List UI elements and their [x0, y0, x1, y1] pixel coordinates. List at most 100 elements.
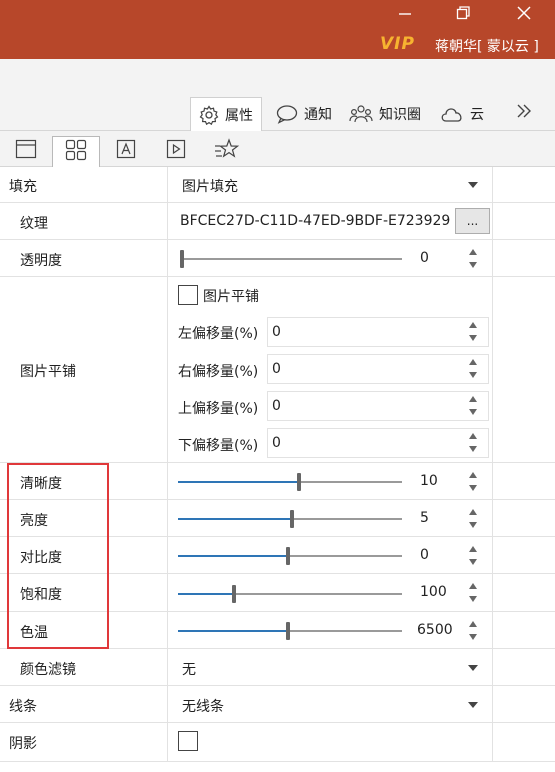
color-temperature-slider-fill: [178, 630, 288, 632]
bottom-offset-input[interactable]: 0: [267, 428, 489, 458]
top-offset-input[interactable]: 0: [267, 391, 489, 421]
spin-down-icon[interactable]: [469, 409, 477, 415]
color-temperature-value[interactable]: 6500: [417, 622, 453, 638]
contrast-spinner[interactable]: [468, 545, 480, 567]
spin-down-icon[interactable]: [469, 559, 477, 565]
texture-label: 纹理: [20, 216, 48, 232]
close-icon[interactable]: [502, 2, 546, 24]
color-temperature-slider-thumb[interactable]: [286, 622, 290, 640]
tab-cloud[interactable]: 云: [432, 97, 492, 130]
line-label: 线条: [9, 699, 37, 715]
cloud-icon: [440, 105, 464, 123]
contrast-slider[interactable]: [178, 547, 402, 565]
user-name[interactable]: 蒋朝华[ 蒙以云 ]: [435, 36, 539, 56]
star-effect-icon: [214, 138, 240, 164]
bottom-offset-spinner[interactable]: [468, 432, 480, 454]
tiling-checkbox[interactable]: [178, 285, 198, 305]
spin-down-icon[interactable]: [469, 372, 477, 378]
brightness-slider-fill: [178, 518, 292, 520]
top-offset-value: 0: [272, 398, 281, 414]
more-tabs-chevron-icon[interactable]: [515, 103, 533, 123]
spin-up-icon[interactable]: [469, 472, 477, 478]
subtab-fill[interactable]: [2, 136, 50, 166]
subtab-media[interactable]: [152, 136, 200, 166]
subtab-text[interactable]: [102, 136, 150, 166]
saturation-slider-thumb[interactable]: [232, 585, 236, 603]
clarity-spinner[interactable]: [468, 471, 480, 493]
spin-up-icon[interactable]: [469, 249, 477, 255]
minimize-icon[interactable]: [383, 2, 427, 24]
brightness-spinner[interactable]: [468, 508, 480, 530]
spin-up-icon[interactable]: [469, 583, 477, 589]
transparency-value[interactable]: 0: [420, 250, 429, 266]
transparency-spinner[interactable]: [468, 248, 480, 270]
top-offset-spinner[interactable]: [468, 395, 480, 417]
fill-dropdown-arrow-icon[interactable]: [468, 182, 478, 188]
right-offset-spinner[interactable]: [468, 358, 480, 380]
spin-down-icon[interactable]: [469, 634, 477, 640]
restore-icon[interactable]: [441, 2, 485, 24]
transparency-slider[interactable]: [180, 250, 402, 268]
fill-type-select[interactable]: 图片填充: [182, 176, 238, 196]
gear-icon: [199, 104, 219, 125]
color-filter-dropdown-arrow-icon[interactable]: [468, 665, 478, 671]
bottom-offset-label: 下偏移量(%): [178, 438, 259, 454]
tab-properties[interactable]: 属性: [190, 97, 262, 131]
spin-down-icon[interactable]: [469, 335, 477, 341]
spin-up-icon[interactable]: [469, 621, 477, 627]
spin-down-icon[interactable]: [469, 446, 477, 452]
left-offset-spinner[interactable]: [468, 321, 480, 343]
bottom-offset-value: 0: [272, 435, 281, 451]
spin-up-icon[interactable]: [469, 396, 477, 402]
left-offset-value: 0: [272, 324, 281, 340]
line-select[interactable]: 无线条: [182, 696, 224, 716]
clarity-slider[interactable]: [178, 473, 402, 491]
tab-cloud-label: 云: [470, 106, 484, 123]
line-dropdown-arrow-icon[interactable]: [468, 702, 478, 708]
top-offset-label: 上偏移量(%): [178, 401, 259, 417]
texture-browse-button[interactable]: ...: [455, 208, 490, 234]
spin-up-icon[interactable]: [469, 322, 477, 328]
brightness-value[interactable]: 5: [420, 510, 429, 526]
left-offset-input[interactable]: 0: [267, 317, 489, 347]
color-temperature-spinner[interactable]: [468, 620, 480, 642]
grid-icon: [65, 139, 87, 165]
format-subtab-bar: [0, 131, 555, 167]
clarity-slider-fill: [178, 481, 299, 483]
saturation-spinner[interactable]: [468, 582, 480, 604]
spin-up-icon[interactable]: [469, 359, 477, 365]
subtab-effects[interactable]: [203, 136, 251, 166]
brightness-slider[interactable]: [178, 510, 402, 528]
spin-up-icon[interactable]: [469, 546, 477, 552]
saturation-slider[interactable]: [178, 585, 402, 603]
clarity-value[interactable]: 10: [420, 473, 438, 489]
tab-knowledge-circle[interactable]: 知识圈: [341, 97, 429, 130]
saturation-value[interactable]: 100: [420, 584, 447, 600]
subtab-picture[interactable]: [52, 136, 100, 167]
right-offset-label: 右偏移量(%): [178, 364, 259, 380]
brightness-slider-thumb[interactable]: [290, 510, 294, 528]
title-bar: VIP 蒋朝华[ 蒙以云 ]: [0, 0, 555, 59]
spin-down-icon[interactable]: [469, 485, 477, 491]
transparency-slider-thumb[interactable]: [180, 250, 184, 268]
shadow-checkbox[interactable]: [178, 731, 198, 751]
shadow-row: 阴影: [0, 723, 555, 762]
tiling-label: 图片平铺: [20, 364, 76, 380]
tab-notifications[interactable]: 通知: [268, 97, 340, 130]
vip-badge[interactable]: VIP: [380, 34, 415, 54]
color-temperature-slider[interactable]: [178, 622, 402, 640]
color-filter-select[interactable]: 无: [182, 659, 196, 679]
play-box-icon: [166, 139, 186, 163]
spin-up-icon[interactable]: [469, 433, 477, 439]
contrast-value[interactable]: 0: [420, 547, 429, 563]
panel-tab-bar: 属性 通知 知识圈 云: [0, 59, 555, 131]
right-offset-input[interactable]: 0: [267, 354, 489, 384]
spin-down-icon[interactable]: [469, 596, 477, 602]
spin-down-icon[interactable]: [469, 522, 477, 528]
shadow-label: 阴影: [9, 736, 37, 752]
contrast-slider-thumb[interactable]: [286, 547, 290, 565]
spin-up-icon[interactable]: [469, 509, 477, 515]
transparency-row: 透明度 0: [0, 240, 555, 277]
spin-down-icon[interactable]: [469, 262, 477, 268]
clarity-slider-thumb[interactable]: [297, 473, 301, 491]
